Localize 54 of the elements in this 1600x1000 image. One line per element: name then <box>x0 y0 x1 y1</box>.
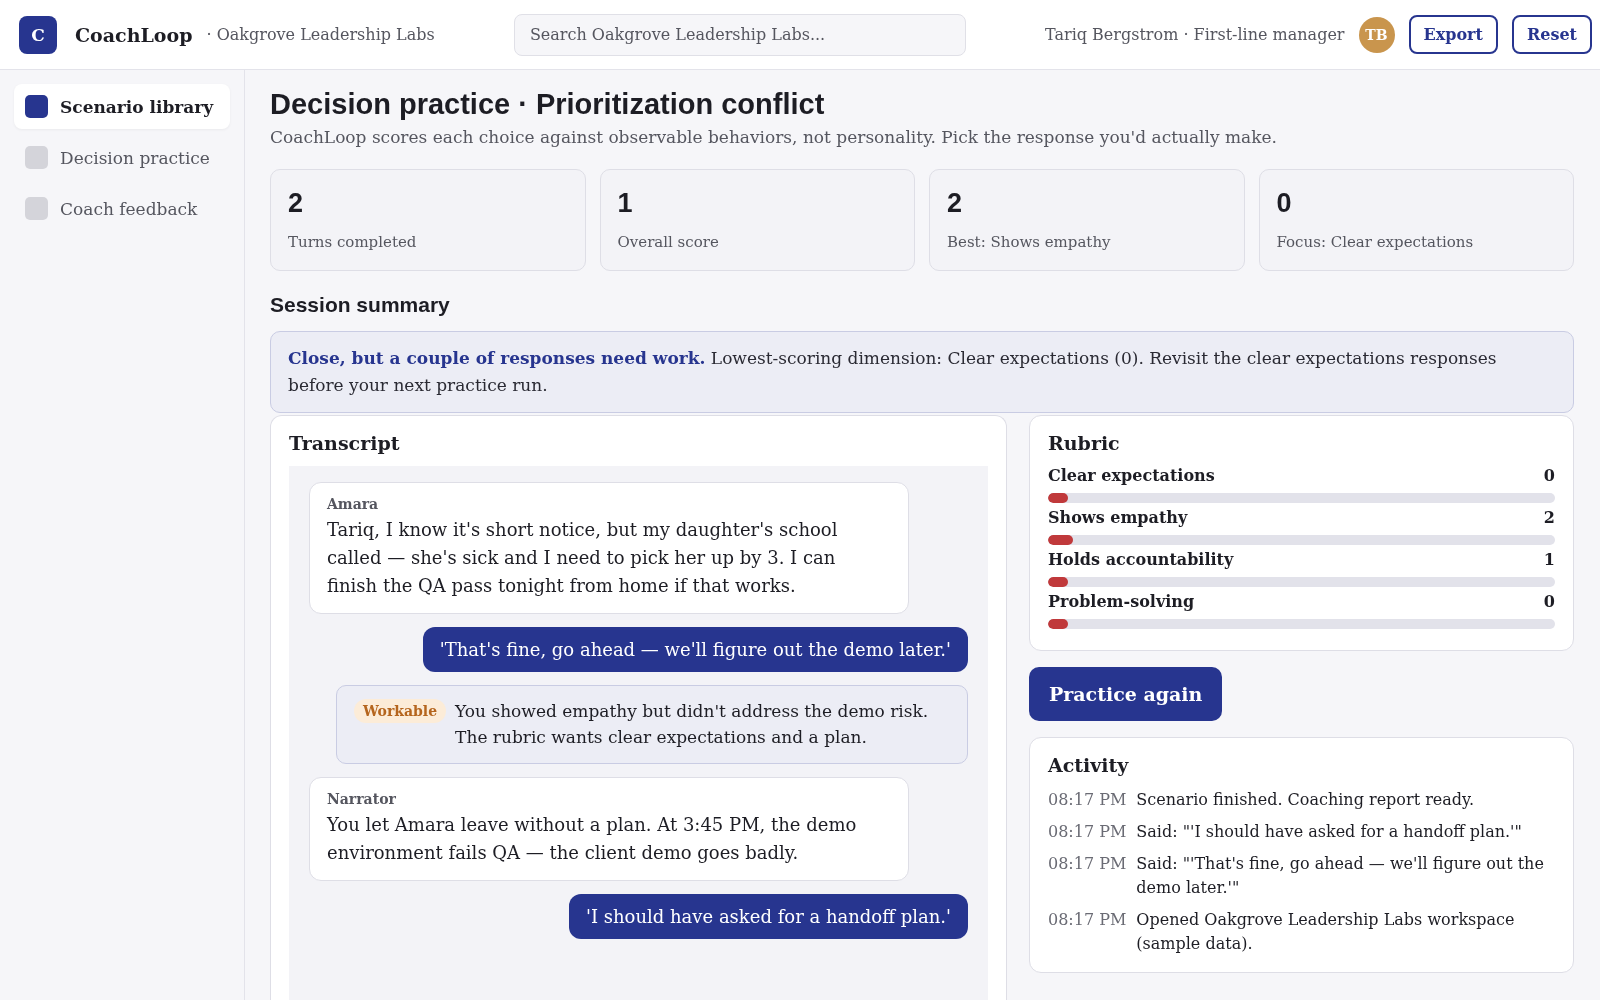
rubric-label: Shows empathy <box>1048 508 1188 528</box>
summary-text: Close, but a couple of responses need work. Lowest-scoring dimension: Clear expectations (0). Revisit the clear expectations responses before your next practice run. <box>270 331 1574 414</box>
rubric-label: Problem-solving <box>1048 592 1195 612</box>
sidebar-item[interactable]: Scenario library <box>14 84 230 129</box>
activity-text: Said: "'That's fine, go ahead — we'll figure out the demo later.'" <box>1136 853 1545 900</box>
workspace-name: · Oakgrove Leadership Labs <box>206 25 435 44</box>
avatar: TB <box>1358 16 1395 53</box>
message-text: Tariq, I know it's short notice, but my daughter's school called — she's sick and I need to pick her up by 3. I can finish the QA pass tonight from home if that works. <box>327 518 839 599</box>
rating-badge: Workable <box>354 699 447 724</box>
panel-title: Transcript <box>289 432 401 455</box>
speaker-name: Amara <box>327 496 380 513</box>
stat-value: 2 <box>947 188 964 219</box>
activity-text: Opened Oakgrove Leadership Labs workspace (sample data). <box>1136 909 1516 956</box>
square-icon <box>25 146 48 169</box>
activity-time: 08:17 PM <box>1048 789 1127 812</box>
reset-button[interactable]: Reset <box>1511 15 1592 54</box>
activity-time: 08:17 PM <box>1048 821 1127 844</box>
stat-label: Overall score <box>617 233 720 251</box>
response-bubble: 'I should have asked for a handoff plan.' <box>568 893 968 939</box>
activity-text: Scenario finished. Coaching report ready. <box>1136 789 1476 812</box>
search-field[interactable]: Search Oakgrove Leadership Labs... <box>513 13 966 56</box>
stat-value: 1 <box>617 188 634 219</box>
feedback-text: You showed empathy but didn't address the demo risk. The rubric wants clear expectations and a plan. <box>455 700 930 750</box>
activity-time: 08:17 PM <box>1048 909 1127 932</box>
user-label: Tariq Bergstrom · First-line manager <box>1045 25 1345 44</box>
stat-label: Best: Shows empathy <box>947 233 1112 251</box>
stat-value: 2 <box>288 188 305 219</box>
rubric-label: Holds accountability <box>1048 550 1234 570</box>
page-title: Decision practice · Prioritization conflict <box>270 88 826 121</box>
rubric-label: Clear expectations <box>1048 466 1215 486</box>
rubric-score: 2 <box>1543 508 1555 528</box>
rubric-score: 0 <box>1543 592 1555 612</box>
panel-title: Activity <box>1048 754 1130 777</box>
practice-again-button[interactable]: Practice again <box>1029 667 1223 722</box>
rubric-score: 1 <box>1543 550 1555 570</box>
square-icon <box>25 197 48 220</box>
section-heading: Session summary <box>270 293 451 317</box>
export-button[interactable]: Export <box>1408 15 1498 54</box>
message-text: You let Amara leave without a plan. At 3:45 PM, the demo environment fails QA — the client demo goes badly. <box>327 812 858 865</box>
stat-label: Focus: Clear expectations <box>1276 233 1475 251</box>
rubric-score: 0 <box>1543 466 1555 486</box>
stat-value: 0 <box>1276 188 1293 219</box>
panel-title: Rubric <box>1048 432 1121 455</box>
page-subtitle: CoachLoop scores each choice against observable behaviors, not personality. Pick the response you'd actually make. <box>270 127 1279 147</box>
sidebar-item[interactable]: Coach feedback <box>14 186 230 231</box>
stat-label: Turns completed <box>288 233 418 251</box>
app-name: CoachLoop <box>75 23 193 46</box>
sidebar-item[interactable]: Decision practice <box>14 135 230 180</box>
response-bubble: 'That's fine, go ahead — we'll figure out the demo later.' <box>422 627 968 673</box>
logo: C <box>19 15 57 54</box>
speaker-name: Narrator <box>327 790 397 807</box>
activity-time: 08:17 PM <box>1048 853 1127 876</box>
activity-text: Said: "'I should have asked for a handoff plan.'" <box>1136 821 1523 844</box>
square-icon <box>25 95 48 118</box>
